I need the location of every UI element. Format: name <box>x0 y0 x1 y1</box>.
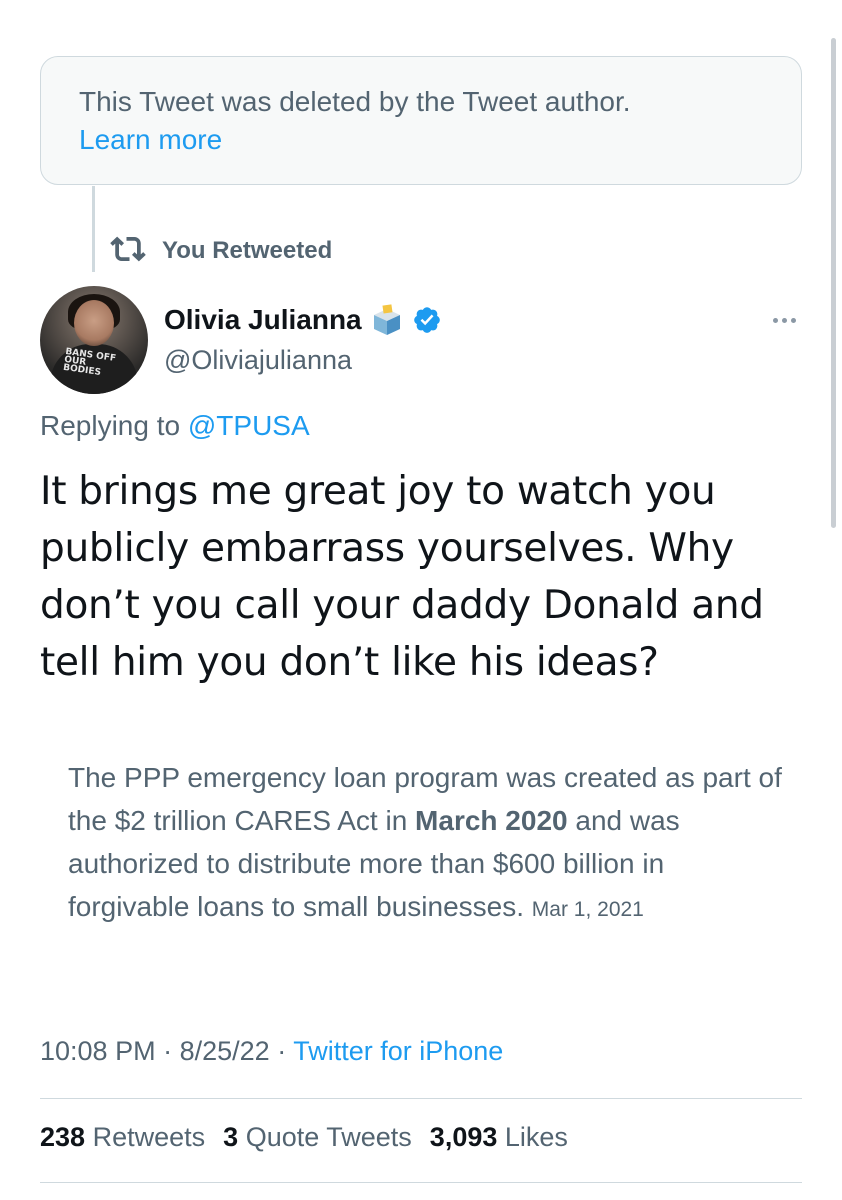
quotes-count: 3 <box>223 1122 239 1152</box>
dot <box>790 317 796 323</box>
thread-connector-line <box>92 186 95 272</box>
quotes-label: Quote Tweets <box>245 1122 412 1152</box>
quoted-snippet: The PPP emergency loan program was creat… <box>68 756 788 931</box>
quote-tweets-stat[interactable]: 3 Quote Tweets <box>223 1122 412 1153</box>
tweet-text: It brings me great joy to watch you publ… <box>40 469 764 685</box>
retweets-stat[interactable]: 238 Retweets <box>40 1122 205 1153</box>
verified-icon <box>412 305 442 335</box>
scrollbar[interactable] <box>831 38 836 528</box>
tweet-source-link[interactable]: Twitter for iPhone <box>293 1036 503 1066</box>
dot <box>772 317 778 323</box>
likes-count: 3,093 <box>429 1122 498 1152</box>
tweet-stats: 238 Retweets 3 Quote Tweets 3,093 Likes <box>40 1122 568 1153</box>
divider <box>40 1182 802 1183</box>
likes-label: Likes <box>504 1122 568 1152</box>
ballot-box-icon <box>370 303 404 337</box>
meta-separator: · <box>277 1036 287 1066</box>
retweets-label: Retweets <box>92 1122 206 1152</box>
reply-mention-link[interactable]: @TPUSA <box>188 410 310 441</box>
more-options-icon[interactable] <box>766 306 802 334</box>
quoted-date: Mar 1, 2021 <box>531 898 644 921</box>
retweet-banner: You Retweeted <box>110 232 332 270</box>
retweet-icon <box>110 231 146 272</box>
divider <box>40 1098 802 1099</box>
learn-more-link[interactable]: Learn more <box>79 121 763 159</box>
deleted-notice-text: This Tweet was deleted by the Tweet auth… <box>79 86 631 117</box>
tweet-time[interactable]: 10:08 PM <box>40 1036 156 1066</box>
retweets-count: 238 <box>40 1122 86 1152</box>
likes-stat[interactable]: 3,093 Likes <box>430 1122 568 1153</box>
replying-prefix: Replying to <box>40 410 181 441</box>
replying-to: Replying to @TPUSA <box>40 410 310 442</box>
deleted-tweet-notice: This Tweet was deleted by the Tweet auth… <box>40 56 802 185</box>
avatar[interactable]: BANS OFF OUR BODIES <box>40 286 148 394</box>
tweet-meta: 10:08 PM · 8/25/22 · Twitter for iPhone <box>40 1036 503 1067</box>
meta-separator: · <box>163 1036 173 1066</box>
author-name-row[interactable]: Olivia Julianna <box>164 302 442 338</box>
author-handle[interactable]: @Oliviajulianna <box>164 345 352 376</box>
previous-tweet-remnant: ··· <box>40 0 802 8</box>
dot <box>781 317 787 323</box>
tweet-detail-page: ··· This Tweet was deleted by the Tweet … <box>0 0 842 1200</box>
retweet-label: You Retweeted <box>162 237 333 264</box>
author-name[interactable]: Olivia Julianna <box>164 302 362 338</box>
avatar-face <box>74 300 114 346</box>
more-dots-fragment: ··· <box>450 0 474 9</box>
quoted-text-bold: March 2020 <box>415 805 568 836</box>
tweet-date[interactable]: 8/25/22 <box>180 1036 270 1066</box>
